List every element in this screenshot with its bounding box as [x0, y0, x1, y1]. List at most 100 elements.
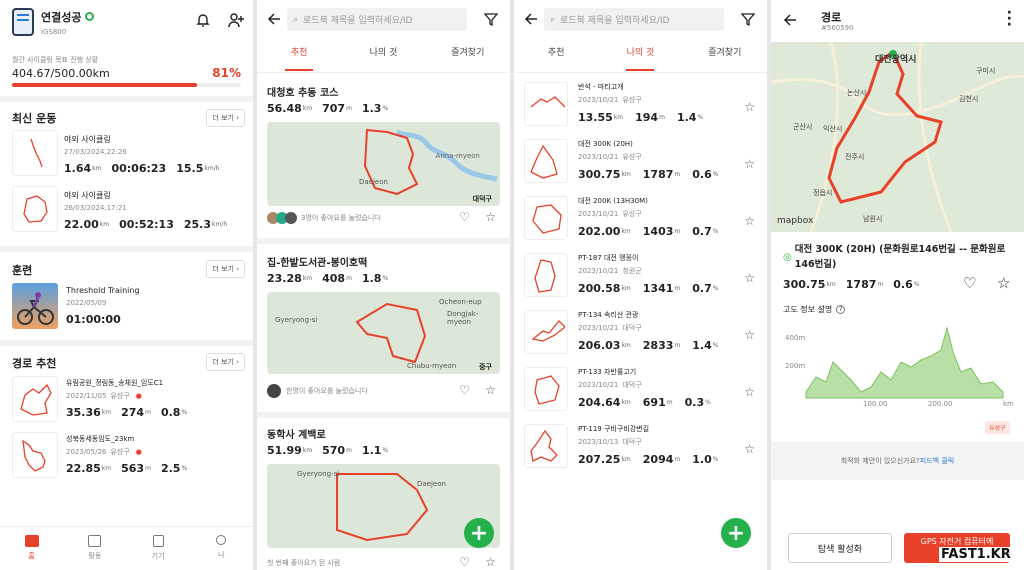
- avatar: [267, 384, 281, 398]
- nav-activity[interactable]: 활동: [63, 527, 126, 570]
- star-icon[interactable]: ☆: [485, 383, 496, 397]
- star-icon[interactable]: ☆: [744, 100, 755, 114]
- roadbook-card[interactable]: 동학사 계백로 51.99 km 570 m 1.1% Daejeon Gyeryo…: [257, 422, 510, 570]
- item-date: 2023/10/21: [578, 267, 619, 275]
- bell-icon[interactable]: [195, 12, 211, 28]
- star-icon[interactable]: ☆: [997, 274, 1010, 292]
- activity-distance: 22.00: [64, 218, 99, 231]
- heart-icon[interactable]: ♡: [963, 274, 976, 292]
- tab-mine[interactable]: 나의 것: [598, 45, 682, 71]
- map-label: Daejeon: [417, 480, 446, 488]
- route-name: 대전 300K (20H) (문화원로146번길 -- 문화원로146번길): [794, 244, 1006, 270]
- my-roadbook-item[interactable]: 반석 - 마티고개 2023/10/21 유성구 13.55 km 194 m 1.4% ☆: [514, 78, 767, 134]
- route-map[interactable]: Gyeryong-si Ocheon-eup Dongjak-myeon Chu…: [267, 292, 500, 374]
- route-date: 2022/11/05: [66, 392, 107, 400]
- fire-icon: ●: [135, 448, 142, 456]
- card-grade: 1.3: [361, 102, 382, 115]
- item-distance: 207.25: [578, 453, 621, 466]
- route-title: 성북동세동임도_23km: [66, 435, 135, 443]
- search-input[interactable]: ⌕ 로드북 제목을 입력하세요/ID: [287, 8, 467, 31]
- star-icon[interactable]: ☆: [485, 210, 496, 224]
- recent-title: 최신 운동: [12, 112, 57, 125]
- route-grade: 0.8: [160, 406, 181, 419]
- item-elevation: 2094: [642, 453, 674, 466]
- training-image: [12, 283, 58, 329]
- tab-recommend[interactable]: 추천: [514, 45, 598, 71]
- tab-favorites[interactable]: 즐겨찾기: [426, 45, 510, 71]
- training-item[interactable]: Threshold Training 2022/05/09 01:00:00: [12, 283, 242, 329]
- route-item[interactable]: 성북동세동임도_23km 2023/05/26 유성구 ● 22.85 km 563 m…: [12, 432, 242, 482]
- route-distance: 22.85: [66, 462, 101, 475]
- nav-device[interactable]: 기기: [127, 527, 190, 570]
- back-arrow-icon[interactable]: [524, 12, 538, 26]
- explore-button[interactable]: 탐색 활성화: [788, 533, 892, 563]
- star-icon[interactable]: ☆: [485, 555, 496, 569]
- map-label: Dongjak-myeon: [447, 310, 479, 326]
- filter-icon[interactable]: [741, 12, 755, 26]
- item-elevation: 2833: [642, 339, 674, 352]
- item-author: 대덕구: [622, 381, 642, 389]
- star-icon[interactable]: ☆: [744, 328, 755, 342]
- filter-icon[interactable]: [484, 12, 498, 26]
- item-elevation: 691: [642, 396, 666, 409]
- item-grade: 0.6: [692, 168, 712, 181]
- map-label: Daejeon: [359, 178, 388, 186]
- back-arrow-icon[interactable]: [267, 12, 281, 26]
- info-icon[interactable]: ?: [836, 305, 846, 314]
- activity-item[interactable]: 야외 사이클링 26/03/2024,17:21 22.00 km 00:52:1…: [12, 186, 242, 236]
- roadbook-card[interactable]: 집-한밭도서관-봉이호떡 23.28 km 408 m 1.8% Gyeryong-…: [257, 250, 510, 410]
- my-roadbook-item[interactable]: PT-134 속리산 관광 2023/10/21 대덕구 206.03 km 2833 m 1…: [514, 306, 767, 362]
- nav-home[interactable]: 홈: [0, 527, 63, 570]
- activity-speed: 25.3: [183, 218, 211, 231]
- route-thumbnail: [12, 186, 58, 232]
- search-input[interactable]: ⌕ 로드북 제목을 입력하세요/ID: [544, 8, 724, 31]
- item-title: PT-133 자반률고기: [578, 368, 637, 376]
- my-roadbook-item[interactable]: 대전 200K (13H30M) 2023/10/21 유성구 202.00 km 140…: [514, 192, 767, 248]
- my-roadbook-item[interactable]: 대전 300K (20H) 2023/10/21 유성구 300.75 km 1787 m 0…: [514, 135, 767, 191]
- back-arrow-icon[interactable]: [783, 13, 797, 27]
- search-icon: ⌕: [550, 14, 556, 25]
- activity-item[interactable]: 야외 사이클링 27/03/2024,22:26 1.64 km 00:06:23…: [12, 130, 242, 180]
- add-friend-icon[interactable]: [228, 12, 244, 28]
- tab-recommend[interactable]: 추천: [257, 45, 341, 71]
- more-options-icon[interactable]: · · ·: [1007, 6, 1012, 32]
- training-more-button[interactable]: 더 보기 ›: [206, 260, 245, 278]
- profile-header[interactable]: 연결성공 iGS800: [12, 8, 95, 36]
- item-title: PT-119 구비구비강변길: [578, 425, 650, 433]
- item-distance: 202.00: [578, 225, 621, 238]
- add-roadbook-button[interactable]: +: [464, 518, 494, 548]
- tab-mine[interactable]: 나의 것: [341, 45, 425, 71]
- roadbook-card[interactable]: 대청호 추동 코스 56.48 km 707 m 1.3% Daejeon 대덕구 …: [257, 80, 510, 235]
- training-name: Threshold Training: [66, 286, 140, 295]
- star-icon[interactable]: ☆: [744, 442, 755, 456]
- map-label: 남원시: [863, 215, 883, 223]
- routes-more-button[interactable]: 더 보기 ›: [206, 353, 245, 371]
- my-roadbook-item[interactable]: PT-119 구비구비강변길 2023/10/13 대덕구 207.25 km 2094 m…: [514, 420, 767, 476]
- route-map[interactable]: Daejeon 대덕구 Anna-myeon: [267, 122, 500, 206]
- heart-icon[interactable]: ♡: [459, 383, 470, 397]
- tab-bar: 추천 나의 것 즐겨찾기: [514, 45, 767, 71]
- route-item[interactable]: 유림공원_정림동_송체원_임도C1 2022/11/05 유성구 ● 35.36 km…: [12, 376, 242, 426]
- my-roadbook-item[interactable]: PT-187 대전 맹꽁이 2023/10/21 청원군 200.58 km 1341 m 0…: [514, 249, 767, 305]
- item-title: 대전 300K (20H): [578, 140, 633, 148]
- recent-more-button[interactable]: 더 보기 ›: [206, 109, 245, 127]
- star-icon[interactable]: ☆: [744, 385, 755, 399]
- add-roadbook-button[interactable]: +: [721, 518, 751, 548]
- roadbook-recommend-screen: ⌕ 로드북 제목을 입력하세요/ID 추천 나의 것 즐겨찾기 대청호 추동 코스…: [257, 0, 510, 570]
- feedback-link[interactable]: 피드백 클릭: [920, 457, 954, 465]
- avatar: [285, 212, 297, 224]
- item-distance: 206.03: [578, 339, 621, 352]
- star-icon[interactable]: ☆: [744, 157, 755, 171]
- nav-me[interactable]: 나: [190, 527, 253, 570]
- card-likes-text: 3명이 좋아요를 눌렀습니다: [301, 214, 381, 222]
- star-icon[interactable]: ☆: [744, 271, 755, 285]
- star-icon[interactable]: ☆: [744, 214, 755, 228]
- heart-icon[interactable]: ♡: [459, 555, 470, 569]
- card-distance: 23.28: [267, 272, 302, 285]
- my-roadbook-item[interactable]: PT-133 자반률고기 2023/10/21 대덕구 204.64 km 691 m 0.3…: [514, 363, 767, 419]
- heart-icon[interactable]: ♡: [459, 210, 470, 224]
- tab-favorites[interactable]: 즐겨찾기: [683, 45, 767, 71]
- route-thumbnail: [524, 82, 568, 126]
- route-author: 유성구: [110, 392, 130, 400]
- route-map[interactable]: 대전광역시 논산시 익산시 군산시 전주시 정읍시 남원시 김천시 구미시 ma…: [771, 42, 1024, 232]
